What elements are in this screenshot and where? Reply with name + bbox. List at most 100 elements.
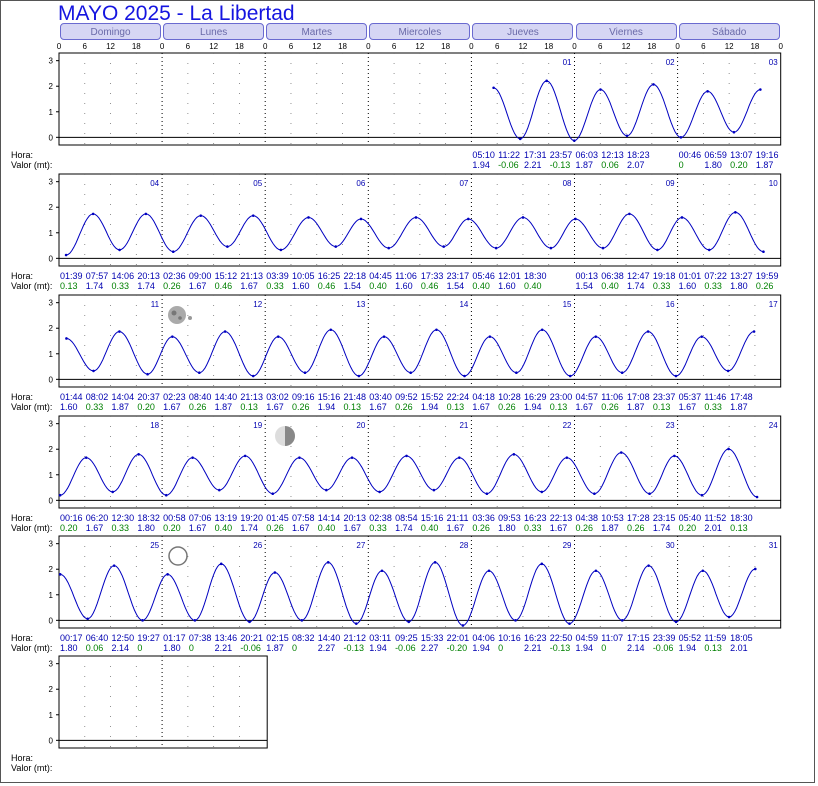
tide-extreme-point [726, 369, 730, 373]
extreme-value: 1.80 [137, 523, 155, 533]
extreme-value: 0.26 [163, 281, 181, 291]
week-panel-3: 0123Hora:Valor (mt):11 12 13 14 15 16 1701:441… [11, 294, 782, 412]
week-panel-1: 0123Hora:Valor (mt):01 02 0305:101.9411:22… [11, 52, 782, 170]
day-number: 09 [666, 179, 675, 188]
extreme-value: -0.06 [498, 160, 519, 170]
tide-extreme-point [243, 454, 247, 458]
extreme-value: 1.94 [679, 643, 697, 653]
extreme-value: 0.13 [60, 281, 78, 291]
day-number: 14 [459, 300, 468, 309]
extreme-time: 20:13 [344, 513, 367, 523]
extreme-value: 1.60 [395, 281, 413, 291]
extreme-value: 0 [292, 643, 297, 653]
extreme-time: 16:29 [524, 392, 547, 402]
extreme-value: 1.67 [576, 402, 594, 412]
day-number: 17 [769, 300, 778, 309]
extreme-time: 23:00 [550, 392, 573, 402]
extreme-value: 0.46 [421, 281, 439, 291]
extreme-value: 1.74 [86, 281, 104, 291]
extreme-time: 15:52 [421, 392, 444, 402]
moon-crater [178, 316, 182, 320]
hour-tick-label: 12 [415, 42, 424, 51]
week-panel-5: 0123Hora:Valor (mt):25 26 27 28 29 30 3100:171… [11, 535, 782, 653]
extreme-value: 1.67 [240, 281, 258, 291]
tide-extreme-point [700, 335, 704, 338]
extreme-value: 0.26 [266, 523, 284, 533]
extreme-time: 11:06 [395, 271, 417, 281]
extreme-time: 08:40 [189, 392, 212, 402]
extreme-value: 0.40 [524, 281, 542, 291]
day-number: 30 [666, 541, 675, 550]
tide-extreme-point [594, 569, 598, 573]
extreme-value: 0.46 [215, 281, 233, 291]
day-number: 28 [459, 541, 468, 550]
y-tick-label: 2 [49, 82, 54, 91]
extreme-value: 0.13 [344, 402, 362, 412]
extreme-time: 05:10 [472, 150, 495, 160]
tide-extreme-point [164, 493, 168, 497]
tide-extreme-point [487, 569, 491, 573]
extreme-time: 00:58 [163, 513, 186, 523]
tide-extreme-point [701, 569, 705, 573]
extreme-time: 06:40 [86, 633, 109, 643]
valor-label: Valor (mt): [11, 763, 52, 773]
extreme-value: 1.67 [189, 523, 207, 533]
extreme-time: 03:39 [266, 271, 289, 281]
hour-tick-label: 18 [647, 42, 656, 51]
tide-extreme-point [762, 250, 765, 253]
extreme-time: 04:38 [576, 513, 599, 523]
y-tick-label: 3 [49, 178, 54, 187]
hour-tick-label: 6 [392, 42, 397, 51]
tide-extreme-point [433, 561, 437, 564]
tide-extreme-point [521, 216, 525, 219]
tide-extreme-point [298, 456, 301, 459]
tide-extreme-point [628, 212, 631, 216]
extreme-time: 09:25 [395, 633, 418, 643]
hour-tick-label: 0 [263, 42, 268, 51]
extreme-time: 16:23 [524, 513, 547, 523]
tide-extreme-point [382, 335, 386, 338]
extreme-time: 14:40 [318, 633, 341, 643]
tide-extreme-point [646, 330, 650, 333]
y-tick-label: 3 [49, 540, 54, 549]
extreme-value: -0.13 [550, 160, 571, 170]
tide-extreme-point [273, 571, 277, 574]
extreme-value: 0.33 [112, 523, 130, 533]
extreme-value: 1.94 [421, 402, 439, 412]
extreme-value: 1.67 [266, 402, 284, 412]
extreme-value: 1.94 [472, 160, 490, 170]
extreme-value: 0.26 [292, 402, 310, 412]
day-number: 03 [769, 58, 778, 67]
extreme-time: 02:15 [266, 633, 289, 643]
extreme-time: 21:13 [240, 392, 263, 402]
extreme-time: 12:47 [627, 271, 650, 281]
tide-extreme-point [357, 374, 361, 378]
extreme-value: 1.67 [163, 402, 181, 412]
extreme-value: -0.06 [240, 643, 261, 653]
extreme-time: 14:40 [215, 392, 238, 402]
extreme-time: 09:52 [395, 392, 418, 402]
extreme-time: 23:15 [653, 513, 676, 523]
extreme-time: 22:01 [447, 633, 470, 643]
day-number: 20 [356, 421, 365, 430]
extreme-time: 20:13 [137, 271, 160, 281]
y-tick-label: 1 [49, 229, 54, 238]
extreme-time: 01:39 [60, 271, 83, 281]
extreme-time: 17:15 [627, 633, 650, 643]
extreme-value: 0.33 [704, 281, 722, 291]
y-tick-label: 3 [49, 660, 54, 669]
valor-label: Valor (mt): [11, 643, 52, 653]
extreme-value: 0.20 [60, 523, 78, 533]
extreme-time: 18:32 [137, 513, 160, 523]
tide-extreme-point [545, 79, 548, 83]
extreme-time: 12:50 [112, 633, 135, 643]
hour-tick-label: 18 [441, 42, 450, 51]
day-number: 27 [356, 541, 365, 550]
hour-tick-label: 6 [186, 42, 191, 51]
tide-extreme-point [755, 495, 759, 499]
tide-extreme-point [350, 456, 354, 459]
extreme-time: 17:31 [524, 150, 547, 160]
tide-extreme-point [620, 371, 624, 374]
extreme-time: 14:14 [318, 513, 341, 523]
extreme-value: 2.14 [627, 643, 645, 653]
